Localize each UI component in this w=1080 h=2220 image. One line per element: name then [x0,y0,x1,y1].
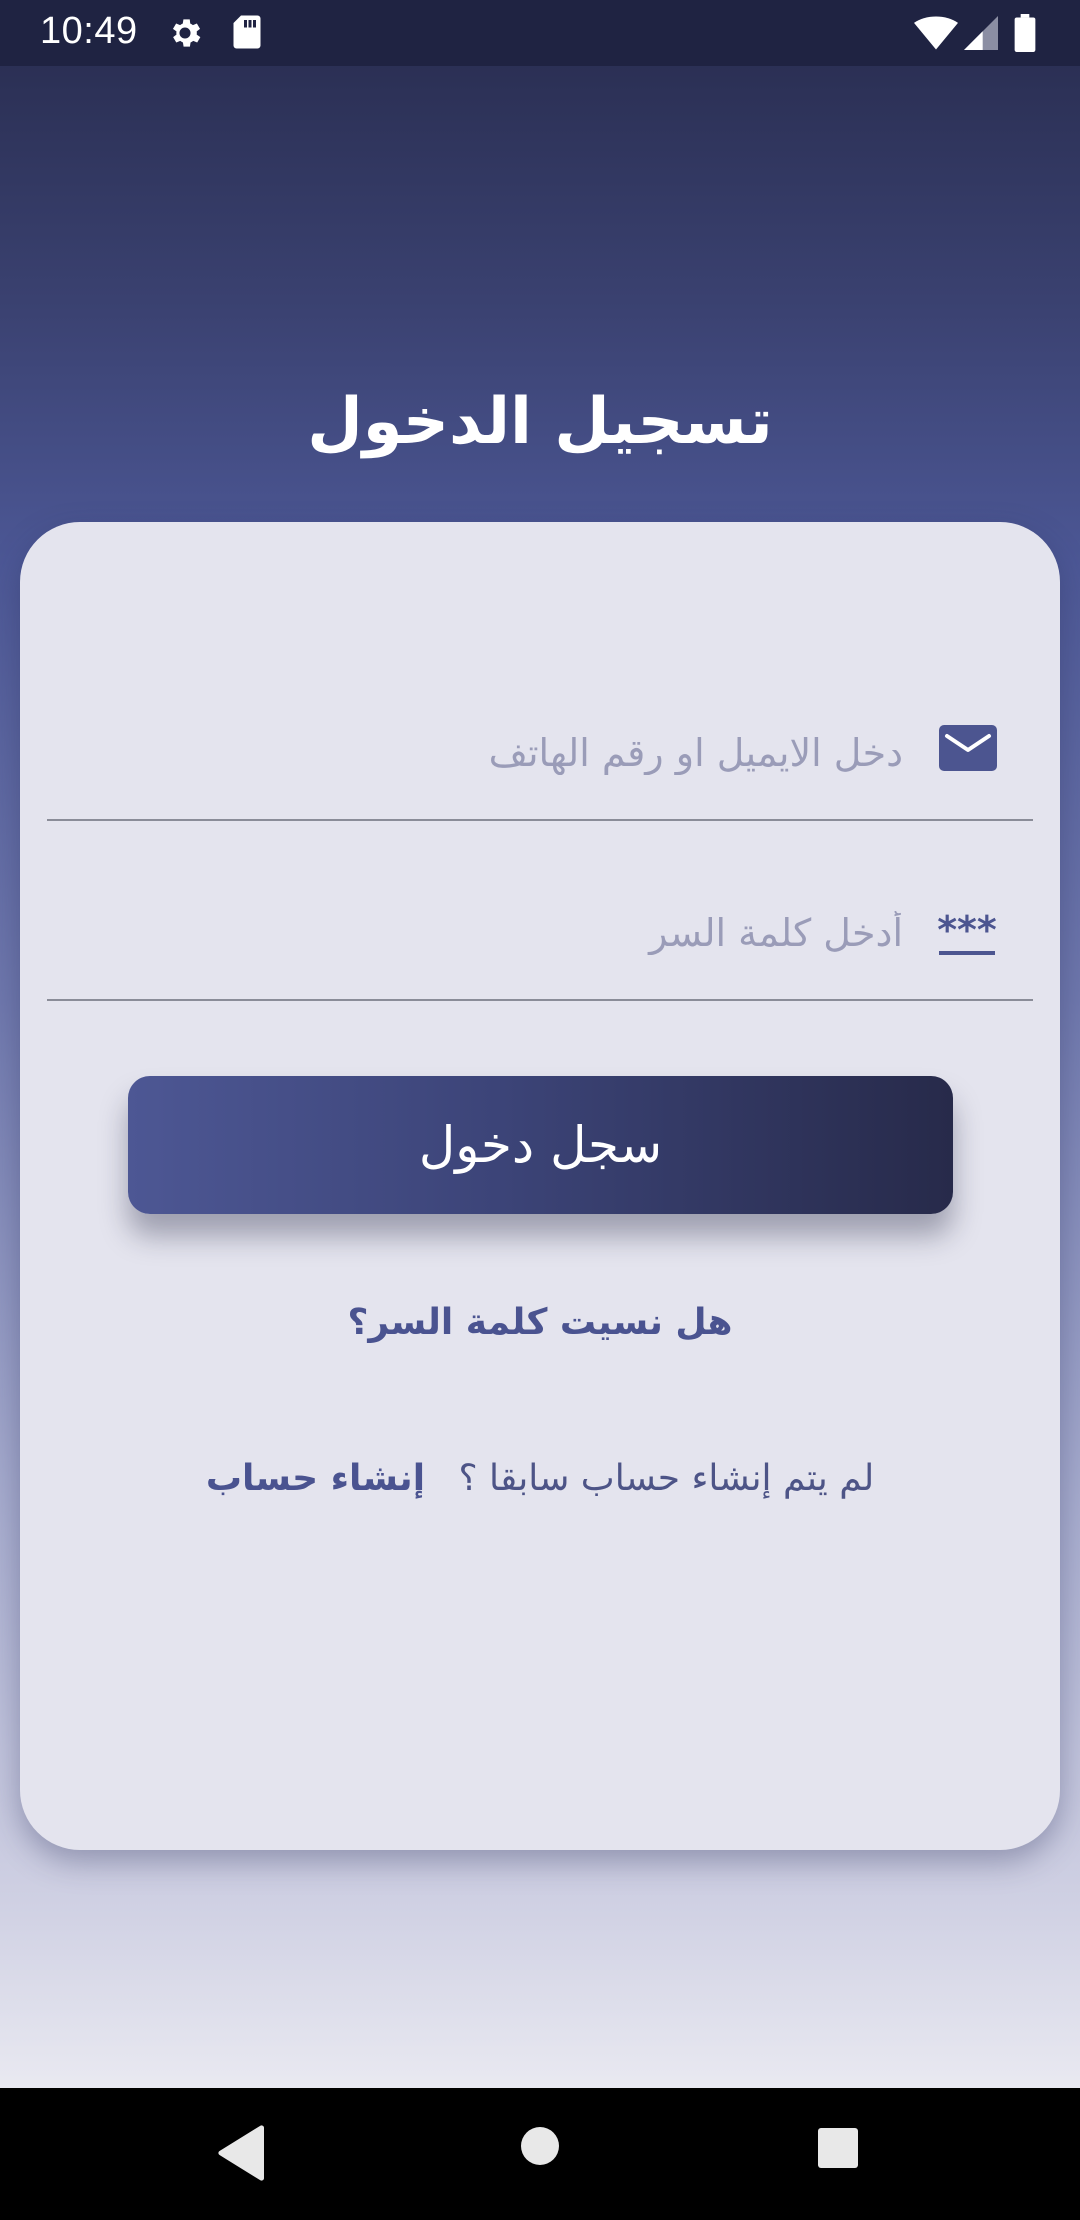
navigation-bar [0,2088,1080,2220]
gear-icon [166,14,204,56]
mail-icon [939,725,997,775]
wifi-icon [914,16,958,54]
email-field[interactable] [143,723,903,783]
password-field[interactable] [143,903,903,963]
password-field-container: *** [47,877,1033,1001]
status-time: 10:49 [40,10,138,52]
cellular-signal-icon [964,16,998,54]
no-account-text: لم يتم إنشاء حساب سابقا ؟ [458,1458,875,1499]
page-title: تسجيل الدخول [307,385,773,459]
password-icon-text: *** [937,909,997,952]
battery-icon [1014,14,1036,56]
recents-icon[interactable] [818,2128,858,2172]
password-icon: *** [937,908,997,961]
login-screen: 10:49 تسجيل الدخول دخل الايميل او رقم ال… [0,0,1080,2088]
create-account-link[interactable]: إنشاء حساب [206,1458,425,1499]
home-icon[interactable] [520,2126,560,2170]
sd-card-icon [232,14,262,54]
login-card: *** سجل دخول هل نسيت كلمة السر؟ لم يتم إ… [20,522,1060,1850]
status-bar: 10:49 [0,0,1080,66]
login-button[interactable]: سجل دخول [128,1076,953,1214]
signup-row: لم يتم إنشاء حساب سابقا ؟ إنشاء حساب [20,1458,1060,1499]
forgot-password-link[interactable]: هل نسيت كلمة السر؟ [20,1302,1060,1343]
email-field-container [47,697,1033,821]
back-icon[interactable] [216,2124,264,2186]
